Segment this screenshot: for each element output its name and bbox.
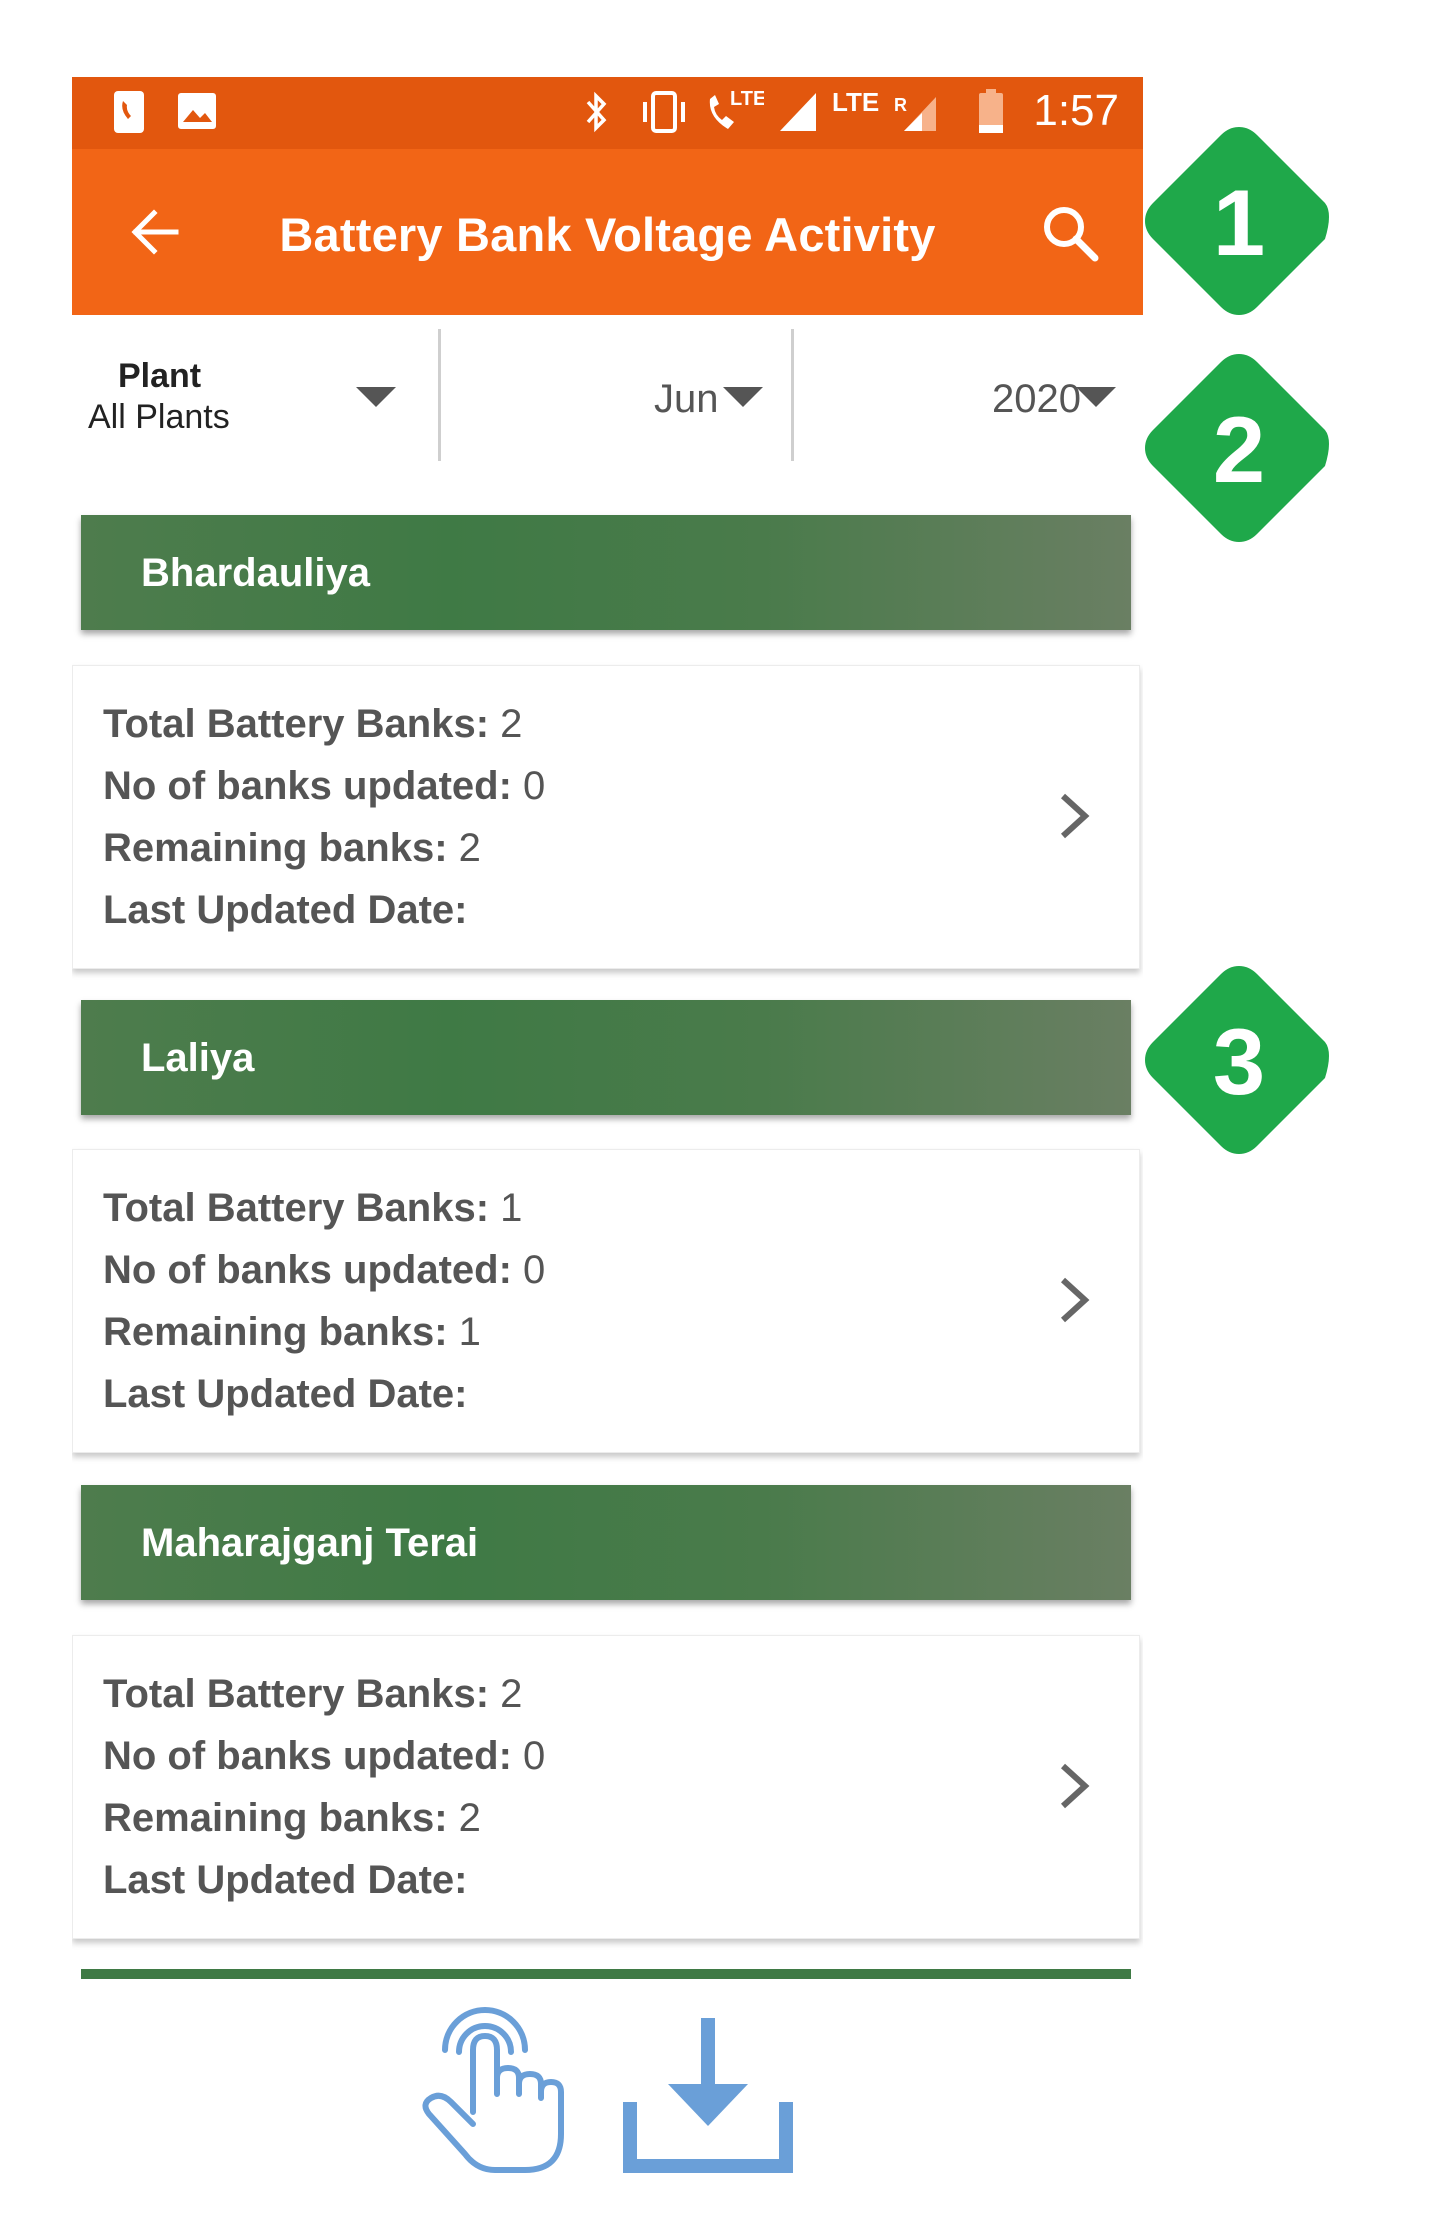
plant-name: Laliya bbox=[141, 1036, 255, 1080]
remaining-banks-label: Remaining banks: bbox=[103, 1796, 448, 1840]
banks-updated-value: 0 bbox=[523, 1734, 546, 1778]
annotation-marker-3: 3 bbox=[1139, 960, 1339, 1160]
next-section-header-edge bbox=[81, 1969, 1131, 1979]
plant-dropdown-label: Plant bbox=[118, 357, 202, 395]
volte-label: LTE bbox=[730, 88, 764, 110]
plant-summary-card[interactable]: Total Battery Banks: 2 No of banks updat… bbox=[72, 1635, 1140, 1939]
plant-name: Bhardauliya bbox=[141, 551, 370, 595]
lte-label: LTE bbox=[832, 87, 879, 117]
filter-bar: Plant All Plants Jun 2020 bbox=[72, 315, 1143, 485]
status-time: 1:57 bbox=[1033, 86, 1119, 135]
call-notification-icon bbox=[114, 91, 144, 133]
banks-updated-label: No of banks updated: bbox=[103, 1248, 512, 1292]
chevron-down-icon bbox=[723, 387, 763, 407]
annotation-marker-1: 1 bbox=[1139, 121, 1339, 321]
plant-summary-card[interactable]: Total Battery Banks: 1 No of banks updat… bbox=[72, 1149, 1140, 1453]
last-updated-date: Last Updated Date: bbox=[103, 888, 468, 933]
plant-section-header: Maharajganj Terai bbox=[81, 1485, 1131, 1600]
total-battery-banks-value: 1 bbox=[500, 1186, 523, 1230]
chevron-right-icon bbox=[1060, 793, 1090, 839]
signal-icon bbox=[780, 93, 816, 131]
chevron-right-icon bbox=[1060, 1763, 1090, 1809]
volte-call-icon: LTE bbox=[709, 88, 764, 129]
remaining-banks-value: 1 bbox=[458, 1310, 481, 1354]
year-dropdown[interactable]: 2020 bbox=[794, 315, 1143, 485]
last-updated-date-label: Last Updated Date: bbox=[103, 1372, 468, 1416]
banks-updated-value: 0 bbox=[523, 764, 546, 808]
last-updated-date-label: Last Updated Date: bbox=[103, 1858, 468, 1902]
lte-roaming-signal-icon: LTE R bbox=[832, 87, 936, 131]
banks-updated: No of banks updated: 0 bbox=[103, 1248, 545, 1293]
plant-summary-card[interactable]: Total Battery Banks: 2 No of banks updat… bbox=[72, 665, 1140, 969]
total-battery-banks-label: Total Battery Banks: bbox=[103, 1672, 490, 1716]
roaming-label: R bbox=[894, 95, 907, 115]
remaining-banks: Remaining banks: 1 bbox=[103, 1310, 481, 1355]
month-dropdown[interactable]: Jun bbox=[441, 315, 791, 485]
page-title: Battery Bank Voltage Activity bbox=[279, 208, 936, 261]
plant-dropdown[interactable]: Plant All Plants bbox=[72, 315, 438, 485]
total-battery-banks-value: 2 bbox=[500, 1672, 523, 1716]
chevron-right-icon bbox=[1060, 1277, 1090, 1323]
image-notification-icon bbox=[178, 93, 216, 129]
remaining-banks-value: 2 bbox=[458, 1796, 481, 1840]
total-battery-banks: Total Battery Banks: 2 bbox=[103, 1672, 522, 1717]
banks-updated-label: No of banks updated: bbox=[103, 764, 512, 808]
month-dropdown-value: Jun bbox=[654, 377, 719, 421]
total-battery-banks-label: Total Battery Banks: bbox=[103, 702, 490, 746]
download-icon[interactable] bbox=[622, 2014, 794, 2174]
banks-updated: No of banks updated: 0 bbox=[103, 1734, 545, 1779]
bluetooth-icon bbox=[586, 91, 607, 133]
total-battery-banks: Total Battery Banks: 2 bbox=[103, 702, 522, 747]
plant-section-header: Laliya bbox=[81, 1000, 1131, 1115]
battery-low-icon bbox=[979, 89, 1003, 133]
remaining-banks-label: Remaining banks: bbox=[103, 1310, 448, 1354]
remaining-banks-value: 2 bbox=[458, 826, 481, 870]
plant-section-header: Bhardauliya bbox=[81, 515, 1131, 630]
search-icon[interactable] bbox=[1038, 201, 1102, 265]
last-updated-date-label: Last Updated Date: bbox=[103, 888, 468, 932]
last-updated-date: Last Updated Date: bbox=[103, 1372, 468, 1417]
total-battery-banks: Total Battery Banks: 1 bbox=[103, 1186, 522, 1231]
remaining-banks-label: Remaining banks: bbox=[103, 826, 448, 870]
plant-name: Maharajganj Terai bbox=[141, 1521, 479, 1565]
remaining-banks: Remaining banks: 2 bbox=[103, 826, 481, 871]
app-bar: Battery Bank Voltage Activity bbox=[72, 149, 1143, 315]
annotation-number: 2 bbox=[1212, 397, 1266, 502]
total-battery-banks-label: Total Battery Banks: bbox=[103, 1186, 490, 1230]
banks-updated: No of banks updated: 0 bbox=[103, 764, 545, 809]
total-battery-banks-value: 2 bbox=[500, 702, 523, 746]
annotation-number: 1 bbox=[1212, 170, 1266, 275]
remaining-banks: Remaining banks: 2 bbox=[103, 1796, 481, 1841]
phone-screen: LTE LTE R 1:57 Battery Bank Voltage Acti… bbox=[72, 77, 1143, 2077]
last-updated-date: Last Updated Date: bbox=[103, 1858, 468, 1903]
banks-updated-label: No of banks updated: bbox=[103, 1734, 512, 1778]
banks-updated-value: 0 bbox=[523, 1248, 546, 1292]
annotation-marker-2: 2 bbox=[1139, 348, 1339, 548]
status-bar: LTE LTE R 1:57 bbox=[72, 77, 1143, 149]
chevron-down-icon bbox=[1076, 387, 1116, 407]
annotation-number: 3 bbox=[1212, 1009, 1266, 1114]
year-dropdown-value: 2020 bbox=[992, 377, 1081, 421]
tap-hand-icon[interactable] bbox=[415, 1994, 567, 2174]
plant-dropdown-value: All Plants bbox=[88, 398, 230, 436]
vibrate-icon bbox=[643, 91, 685, 133]
chevron-down-icon bbox=[356, 387, 396, 407]
